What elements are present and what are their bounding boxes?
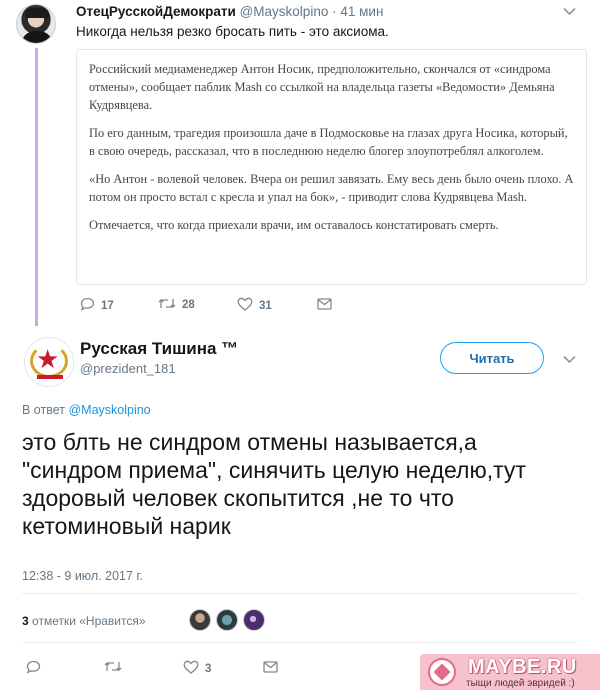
divider xyxy=(22,642,578,643)
envelope-icon xyxy=(263,660,278,676)
reply-button[interactable] xyxy=(26,660,41,677)
red-star-icon: ★ xyxy=(36,344,60,374)
quote-paragraph: Отмечается, что когда приехали врачи, им… xyxy=(89,218,499,232)
reply-to-handle-link[interactable]: @Mayskolpino xyxy=(68,403,150,417)
heart-icon xyxy=(183,660,199,677)
likes-label: отметки «Нравится» xyxy=(32,614,146,628)
like-button[interactable]: 3 xyxy=(183,660,211,677)
parent-handle[interactable]: @Mayskolpino xyxy=(240,4,329,19)
dm-button[interactable] xyxy=(317,297,332,313)
reply-prefix: В ответ xyxy=(22,403,65,417)
tweet-timestamp[interactable]: 12:38 - 9 июл. 2017 г. xyxy=(22,569,143,583)
divider xyxy=(22,593,578,594)
reply-count: 17 xyxy=(101,299,114,312)
parent-avatar[interactable] xyxy=(16,4,56,44)
like-count: 31 xyxy=(259,299,272,312)
quoted-text-card[interactable]: Российский медиаменеджер Антон Носик, пр… xyxy=(76,49,587,285)
heart-icon xyxy=(237,297,253,314)
dm-button[interactable] xyxy=(263,660,278,676)
reply-icon xyxy=(80,297,95,314)
watermark-logo-icon xyxy=(428,658,456,686)
main-display-name[interactable]: Русская Тишина ™ xyxy=(80,339,238,359)
retweet-count: 28 xyxy=(182,299,195,311)
header-separator: · xyxy=(332,4,337,19)
ribbon-shape xyxy=(37,375,63,379)
likes-summary[interactable]: 3 отметки «Нравится» xyxy=(22,614,146,628)
reply-icon xyxy=(26,660,41,677)
retweet-icon xyxy=(158,297,176,313)
retweet-button[interactable]: 28 xyxy=(158,297,195,313)
retweet-button[interactable] xyxy=(104,660,122,676)
quote-paragraph: Российский медиаменеджер Антон Носик, пр… xyxy=(89,62,555,112)
avatar-body-shape xyxy=(21,31,53,43)
parent-time[interactable]: 41 мин xyxy=(340,4,383,19)
main-avatar[interactable]: ★ xyxy=(24,337,74,387)
watermark-subtitle: тыщи людей эвридей :) xyxy=(466,678,575,689)
parent-tweet-text: Никогда нельзя резко бросать пить - это … xyxy=(76,24,389,39)
main-tweet-text: это блть не синдром отмены называется,а … xyxy=(22,429,526,539)
thread-connector-line xyxy=(35,48,38,326)
liker-avatar[interactable] xyxy=(243,609,265,631)
reply-context: В ответ @Mayskolpino xyxy=(22,403,151,417)
liker-avatar[interactable] xyxy=(216,609,238,631)
chevron-down-icon[interactable] xyxy=(563,4,576,19)
likes-count: 3 xyxy=(22,614,29,628)
envelope-icon xyxy=(317,297,332,313)
follow-button[interactable]: Читать xyxy=(440,342,544,374)
reply-button[interactable]: 17 xyxy=(80,297,114,314)
liker-avatar[interactable] xyxy=(189,609,211,631)
watermark-title: MAYBE.RU xyxy=(468,656,577,678)
quote-paragraph: «Но Антон - волевой человек. Вчера он ре… xyxy=(89,172,574,204)
retweet-icon xyxy=(104,660,122,676)
parent-display-name[interactable]: ОтецРусскойДемократи xyxy=(76,4,236,19)
quote-paragraph: По его данным, трагедия произошла даче в… xyxy=(89,126,568,158)
like-button[interactable]: 31 xyxy=(237,297,272,314)
chevron-down-icon[interactable] xyxy=(563,352,576,367)
like-count: 3 xyxy=(205,662,212,675)
main-handle[interactable]: @prezident_181 xyxy=(80,361,176,376)
parent-tweet-header: ОтецРусскойДемократи @Mayskolpino · 41 м… xyxy=(76,4,383,19)
site-watermark: MAYBE.RU тыщи людей эвридей :) xyxy=(420,654,600,690)
avatar-hat-shape xyxy=(25,8,49,18)
